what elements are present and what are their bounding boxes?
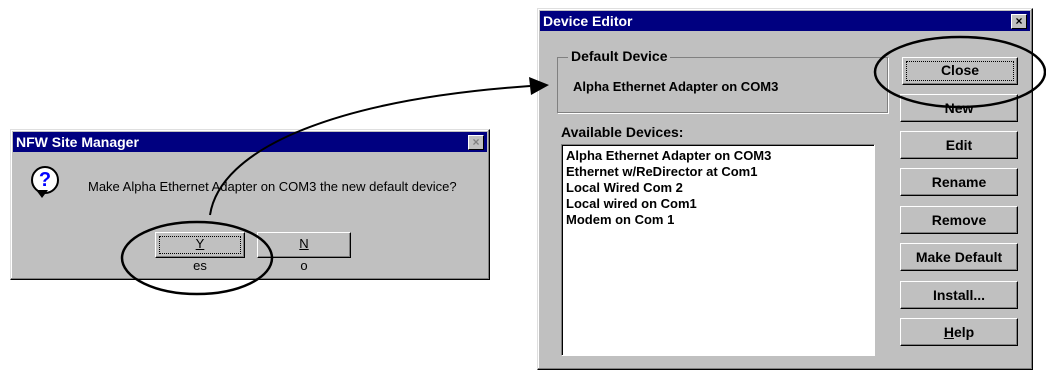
- close-highlight-ellipse: [873, 35, 1046, 109]
- arrow-head: [529, 77, 549, 95]
- annotation-overlay: [120, 35, 1046, 296]
- arrow-line: [209, 85, 531, 216]
- yes-highlight-ellipse: [120, 220, 274, 296]
